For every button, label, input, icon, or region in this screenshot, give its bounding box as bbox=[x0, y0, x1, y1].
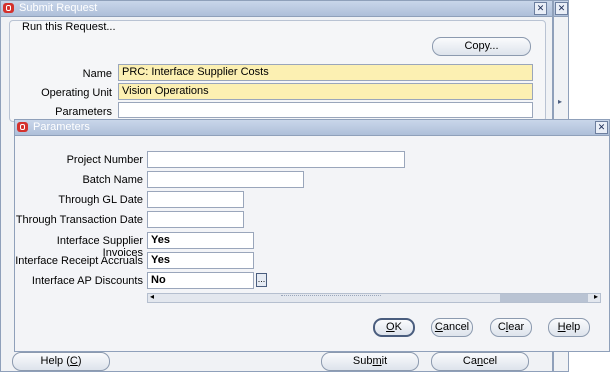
list-of-values-button[interactable]: ... bbox=[256, 273, 267, 287]
clear-button-label-pre: C bbox=[497, 321, 506, 333]
background-window-titlebar[interactable]: ✕ bbox=[554, 1, 568, 17]
oracle-app-icon bbox=[17, 122, 28, 132]
submit-button[interactable]: Submit bbox=[321, 352, 419, 371]
interface-receipt-accruals-label: Interface Receipt Accruals bbox=[15, 255, 143, 267]
clear-button[interactable]: Clear bbox=[490, 318, 532, 337]
project-number-field[interactable] bbox=[147, 151, 405, 168]
cancel-button-mnemonic: C bbox=[434, 321, 443, 333]
parameters-label: Parameters bbox=[55, 106, 112, 118]
scrollbar-track-dark bbox=[500, 294, 588, 302]
through-gl-date-label: Through GL Date bbox=[58, 194, 143, 206]
help-button-label-pre: Help ( bbox=[40, 355, 70, 367]
batch-name-label: Batch Name bbox=[82, 174, 143, 186]
run-request-panel: Run this Request... Copy... Name PRC: In… bbox=[9, 20, 546, 122]
project-number-label: Project Number bbox=[66, 154, 143, 166]
batch-name-field[interactable] bbox=[147, 171, 304, 188]
ok-button[interactable]: OK bbox=[373, 318, 415, 337]
clear-button-label-post: ear bbox=[508, 321, 525, 333]
parameters-field[interactable] bbox=[118, 102, 533, 118]
parameters-window: Parameters ✕ Project Number Batch Name T… bbox=[14, 119, 610, 352]
parameters-help-label-post: elp bbox=[565, 321, 581, 333]
through-transaction-date-label: Through Transaction Date bbox=[15, 214, 143, 226]
scroll-right-icon[interactable]: ▸ bbox=[594, 292, 598, 301]
scroll-left-icon[interactable]: ◂ bbox=[150, 292, 154, 301]
parameters-titlebar[interactable]: Parameters ✕ bbox=[15, 120, 609, 136]
submit-request-titlebar[interactable]: Submit Request ✕ bbox=[1, 1, 552, 17]
submit-button-label-pre: Sub bbox=[352, 355, 373, 367]
submit-button-mnemonic: m bbox=[372, 355, 382, 367]
horizontal-scrollbar[interactable]: ◂ ▸ bbox=[147, 292, 601, 303]
parameters-title: Parameters bbox=[33, 121, 90, 133]
ok-button-mnemonic: O bbox=[386, 321, 395, 333]
operating-unit-label: Operating Unit bbox=[41, 87, 112, 99]
name-label: Name bbox=[82, 68, 112, 80]
close-icon[interactable]: ✕ bbox=[555, 2, 568, 15]
copy-button[interactable]: Copy... bbox=[432, 37, 531, 56]
parameters-help-mnemonic: H bbox=[557, 321, 566, 333]
through-transaction-date-field[interactable] bbox=[147, 211, 244, 228]
interface-supplier-invoices-field[interactable]: Yes bbox=[147, 232, 254, 249]
submit-button-label-post: it bbox=[381, 355, 388, 367]
submit-request-title: Submit Request bbox=[19, 2, 98, 14]
cancel-button[interactable]: Cancel bbox=[431, 318, 473, 337]
help-button[interactable]: Help (C) bbox=[12, 352, 110, 371]
submit-cancel-label-post: cel bbox=[483, 355, 498, 367]
through-gl-date-field[interactable] bbox=[147, 191, 244, 208]
cancel-button-label-post: ancel bbox=[442, 321, 470, 333]
scrollbar-thumb[interactable] bbox=[281, 295, 381, 302]
parameters-help-button[interactable]: Help bbox=[548, 318, 590, 337]
help-button-mnemonic: C bbox=[69, 355, 78, 367]
interface-ap-discounts-label: Interface AP Discounts bbox=[31, 275, 143, 287]
interface-receipt-accruals-field[interactable]: Yes bbox=[147, 252, 254, 269]
section-title: Run this Request... bbox=[22, 21, 116, 33]
close-icon[interactable]: ✕ bbox=[595, 121, 608, 134]
name-field[interactable]: PRC: Interface Supplier Costs bbox=[118, 64, 533, 81]
operating-unit-field[interactable]: Vision Operations bbox=[118, 83, 533, 100]
oracle-app-icon bbox=[3, 3, 14, 13]
submit-cancel-button[interactable]: Cancel bbox=[431, 352, 529, 371]
submit-cancel-label-pre: Ca bbox=[462, 355, 477, 367]
close-icon[interactable]: ✕ bbox=[534, 2, 547, 15]
ok-button-label-post: K bbox=[394, 321, 402, 333]
scroll-arrow-icon[interactable]: ▸ bbox=[558, 97, 562, 106]
interface-ap-discounts-field[interactable]: No bbox=[147, 272, 254, 289]
help-button-label-post: ) bbox=[77, 355, 82, 367]
